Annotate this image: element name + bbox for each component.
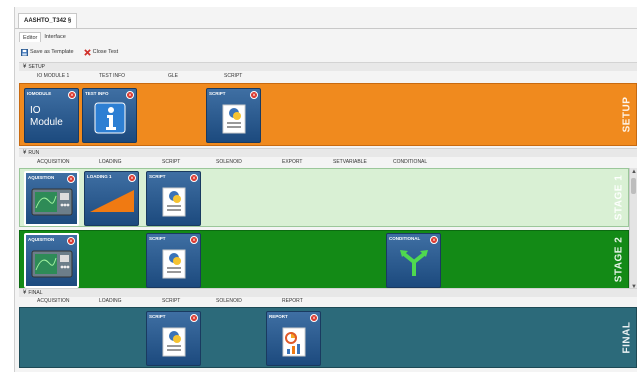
conditional-branch-icon bbox=[399, 250, 428, 276]
final-stage-lane[interactable]: SCRIPT × REPORT × FINAL bbox=[19, 307, 637, 368]
script-block[interactable]: SCRIPT × bbox=[146, 311, 201, 366]
stages-scrollbar[interactable]: ▲ ▼ bbox=[629, 168, 637, 291]
remove-block-button[interactable]: × bbox=[126, 91, 134, 99]
column-header: ACQUISITION bbox=[37, 298, 70, 304]
acquisition-icon bbox=[31, 250, 72, 278]
loading-ramp-icon bbox=[89, 190, 134, 212]
conditional-block[interactable]: CONDITIONAL × bbox=[386, 233, 441, 288]
remove-block-button[interactable]: × bbox=[310, 314, 318, 322]
acquisition-icon bbox=[31, 188, 72, 216]
column-header: REPORT bbox=[282, 298, 303, 304]
stage-1-label: STAGE 1 bbox=[613, 174, 625, 221]
stage-2-lane[interactable]: AQUISITION × SCRIPT × CONDITIONAL × STAG… bbox=[19, 230, 629, 289]
setup-section-header[interactable]: ¥ SETUP bbox=[19, 62, 637, 71]
setup-stage-label: SETUP bbox=[621, 96, 633, 133]
block-label: SCRIPT bbox=[209, 91, 226, 96]
column-header: SCRIPT bbox=[224, 73, 243, 79]
tab-interface[interactable]: Interface bbox=[41, 32, 68, 42]
column-header: IO MODULE 1 bbox=[37, 73, 70, 79]
setup-header-label: SETUP bbox=[28, 64, 46, 70]
block-label: CONDITIONAL bbox=[389, 236, 421, 241]
document-tab[interactable]: AASHTO_T342 § bbox=[18, 13, 78, 28]
script-block[interactable]: SCRIPT × bbox=[146, 171, 201, 226]
remove-block-button[interactable]: × bbox=[190, 174, 198, 182]
column-header: ACQUISITION bbox=[37, 159, 70, 165]
column-header: SETVARIABLE bbox=[333, 159, 367, 165]
save-template-icon bbox=[21, 48, 28, 56]
column-header: CONDITIONAL bbox=[393, 159, 428, 165]
toolbar: Save as Template Close Test bbox=[21, 47, 118, 57]
column-header: SOLENOID bbox=[216, 159, 242, 165]
block-label: REPORT bbox=[269, 314, 288, 319]
remove-block-button[interactable]: × bbox=[430, 236, 438, 244]
collapse-chevron-icon: ¥ bbox=[23, 290, 27, 296]
tab-editor[interactable]: Editor bbox=[19, 32, 42, 42]
close-test-button[interactable]: Close Test bbox=[83, 48, 119, 56]
close-test-label: Close Test bbox=[92, 49, 119, 55]
test-editor-window: AASHTO_T342 § Editor Interface Save as T… bbox=[14, 7, 637, 372]
final-header-label: FINAL bbox=[28, 290, 43, 296]
report-block[interactable]: REPORT × bbox=[266, 311, 321, 366]
column-header: TEST INFO bbox=[99, 73, 126, 79]
remove-block-button[interactable]: × bbox=[68, 91, 76, 99]
test-info-block[interactable]: TEST INFO × bbox=[82, 88, 137, 143]
run-header-label: RUN bbox=[28, 150, 40, 156]
remove-block-button[interactable]: × bbox=[190, 314, 198, 322]
acquisition-block[interactable]: AQUISITION × bbox=[24, 171, 79, 226]
block-label: SCRIPT bbox=[149, 236, 166, 241]
block-label: IOMODULE bbox=[27, 91, 52, 96]
block-label: TEST INFO bbox=[85, 91, 109, 96]
remove-block-button[interactable]: × bbox=[250, 91, 258, 99]
save-as-template-label: Save as Template bbox=[30, 49, 74, 55]
final-column-headers: ACQUISITION LOADING SCRIPT SOLENOID REPO… bbox=[19, 297, 637, 305]
block-label: LOADING 1 bbox=[87, 174, 112, 179]
save-as-template-button[interactable]: Save as Template bbox=[21, 48, 74, 56]
setup-column-headers: IO MODULE 1 TEST INFO GLE SCRIPT bbox=[19, 72, 637, 80]
column-header: LOADING bbox=[99, 298, 122, 304]
tab-divider bbox=[15, 28, 637, 29]
run-column-headers: ACQUISITION LOADING SCRIPT SOLENOID EXPO… bbox=[19, 158, 637, 166]
stage-2-label: STAGE 2 bbox=[613, 236, 625, 283]
acquisition-block[interactable]: AQUISITION × bbox=[24, 233, 79, 288]
scroll-up-icon[interactable]: ▲ bbox=[630, 168, 637, 176]
stage-1-lane[interactable]: AQUISITION × LOADING 1 × SCRIPT × STAGE … bbox=[19, 168, 629, 227]
io-module-block[interactable]: IOMODULE × IO Module bbox=[24, 88, 79, 143]
column-header: EXPORT bbox=[282, 159, 303, 165]
block-label: SCRIPT bbox=[149, 314, 166, 319]
setup-stage-lane[interactable]: IOMODULE × IO Module TEST INFO × SCRIPT ×… bbox=[19, 83, 637, 146]
remove-block-button[interactable]: × bbox=[128, 174, 136, 182]
column-header: SCRIPT bbox=[162, 159, 181, 165]
close-test-icon bbox=[83, 48, 91, 56]
report-icon bbox=[282, 327, 305, 357]
script-block[interactable]: SCRIPT × bbox=[146, 233, 201, 288]
final-stage-label: FINAL bbox=[621, 321, 633, 354]
final-section-header[interactable]: ¥ FINAL bbox=[19, 288, 637, 297]
remove-block-button[interactable]: × bbox=[190, 236, 198, 244]
script-icon bbox=[222, 104, 245, 134]
info-icon bbox=[94, 102, 125, 134]
remove-block-button[interactable]: × bbox=[67, 175, 75, 183]
column-header: SOLENOID bbox=[216, 298, 242, 304]
script-icon bbox=[162, 327, 185, 357]
run-section-header[interactable]: ¥ RUN bbox=[19, 148, 637, 157]
block-label: AQUISITION bbox=[28, 237, 55, 242]
column-header: SCRIPT bbox=[162, 298, 181, 304]
editor-subtabs: Editor Interface bbox=[19, 32, 69, 42]
scrollbar-thumb[interactable] bbox=[631, 178, 636, 194]
loading-block[interactable]: LOADING 1 × bbox=[84, 171, 139, 226]
script-icon bbox=[162, 249, 185, 279]
script-block[interactable]: SCRIPT × bbox=[206, 88, 261, 143]
remove-block-button[interactable]: × bbox=[67, 237, 75, 245]
block-label: SCRIPT bbox=[149, 174, 166, 179]
column-header: GLE bbox=[168, 73, 179, 79]
run-stages-container: AQUISITION × LOADING 1 × SCRIPT × STAGE … bbox=[19, 168, 637, 291]
script-icon bbox=[162, 187, 185, 217]
column-header: LOADING bbox=[99, 159, 122, 165]
io-module-text: IO Module bbox=[30, 105, 63, 128]
block-label: AQUISITION bbox=[28, 175, 55, 180]
collapse-chevron-icon: ¥ bbox=[23, 64, 27, 70]
collapse-chevron-icon: ¥ bbox=[23, 150, 27, 156]
